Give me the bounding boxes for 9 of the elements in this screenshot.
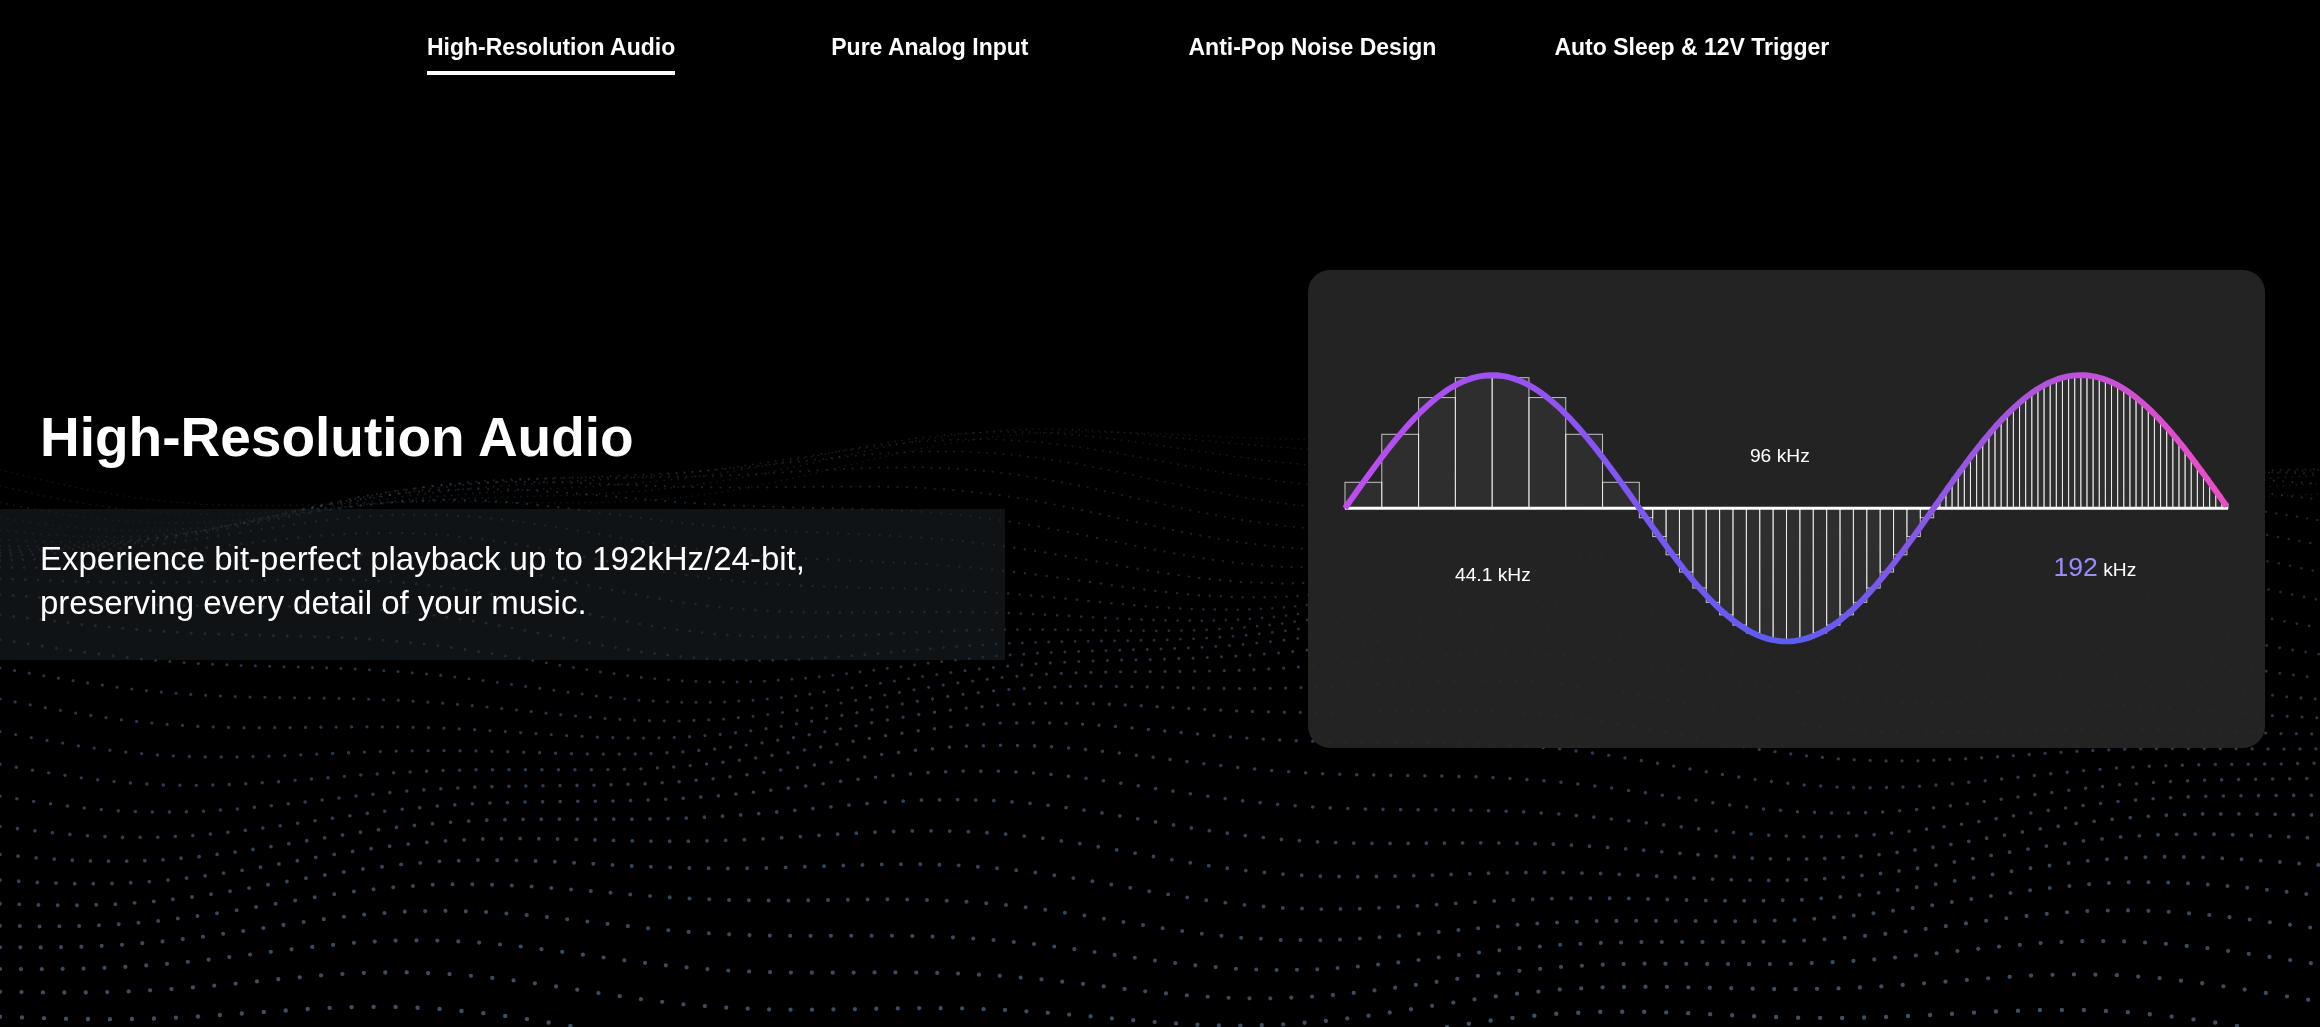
feature-tab[interactable]: Auto Sleep & 12V Trigger: [1554, 34, 1830, 75]
feature-description: Experience bit-perfect playback up to 192kHz/24-bit, preserving every detail of your music.: [0, 509, 1005, 661]
feature-tab[interactable]: Anti-Pop Noise Design: [1188, 34, 1437, 75]
sample-rate-label: 96 kHz: [1749, 445, 1810, 467]
feature-tab[interactable]: High-Resolution Audio: [427, 34, 676, 75]
sample-rate-label: 192 kHz: [2053, 552, 2137, 583]
sample-rate-label: 44.1 kHz: [1454, 563, 1531, 585]
feature-title: High-Resolution Audio: [40, 405, 635, 469]
feature-tab[interactable]: Pure Analog Input: [831, 34, 1029, 75]
